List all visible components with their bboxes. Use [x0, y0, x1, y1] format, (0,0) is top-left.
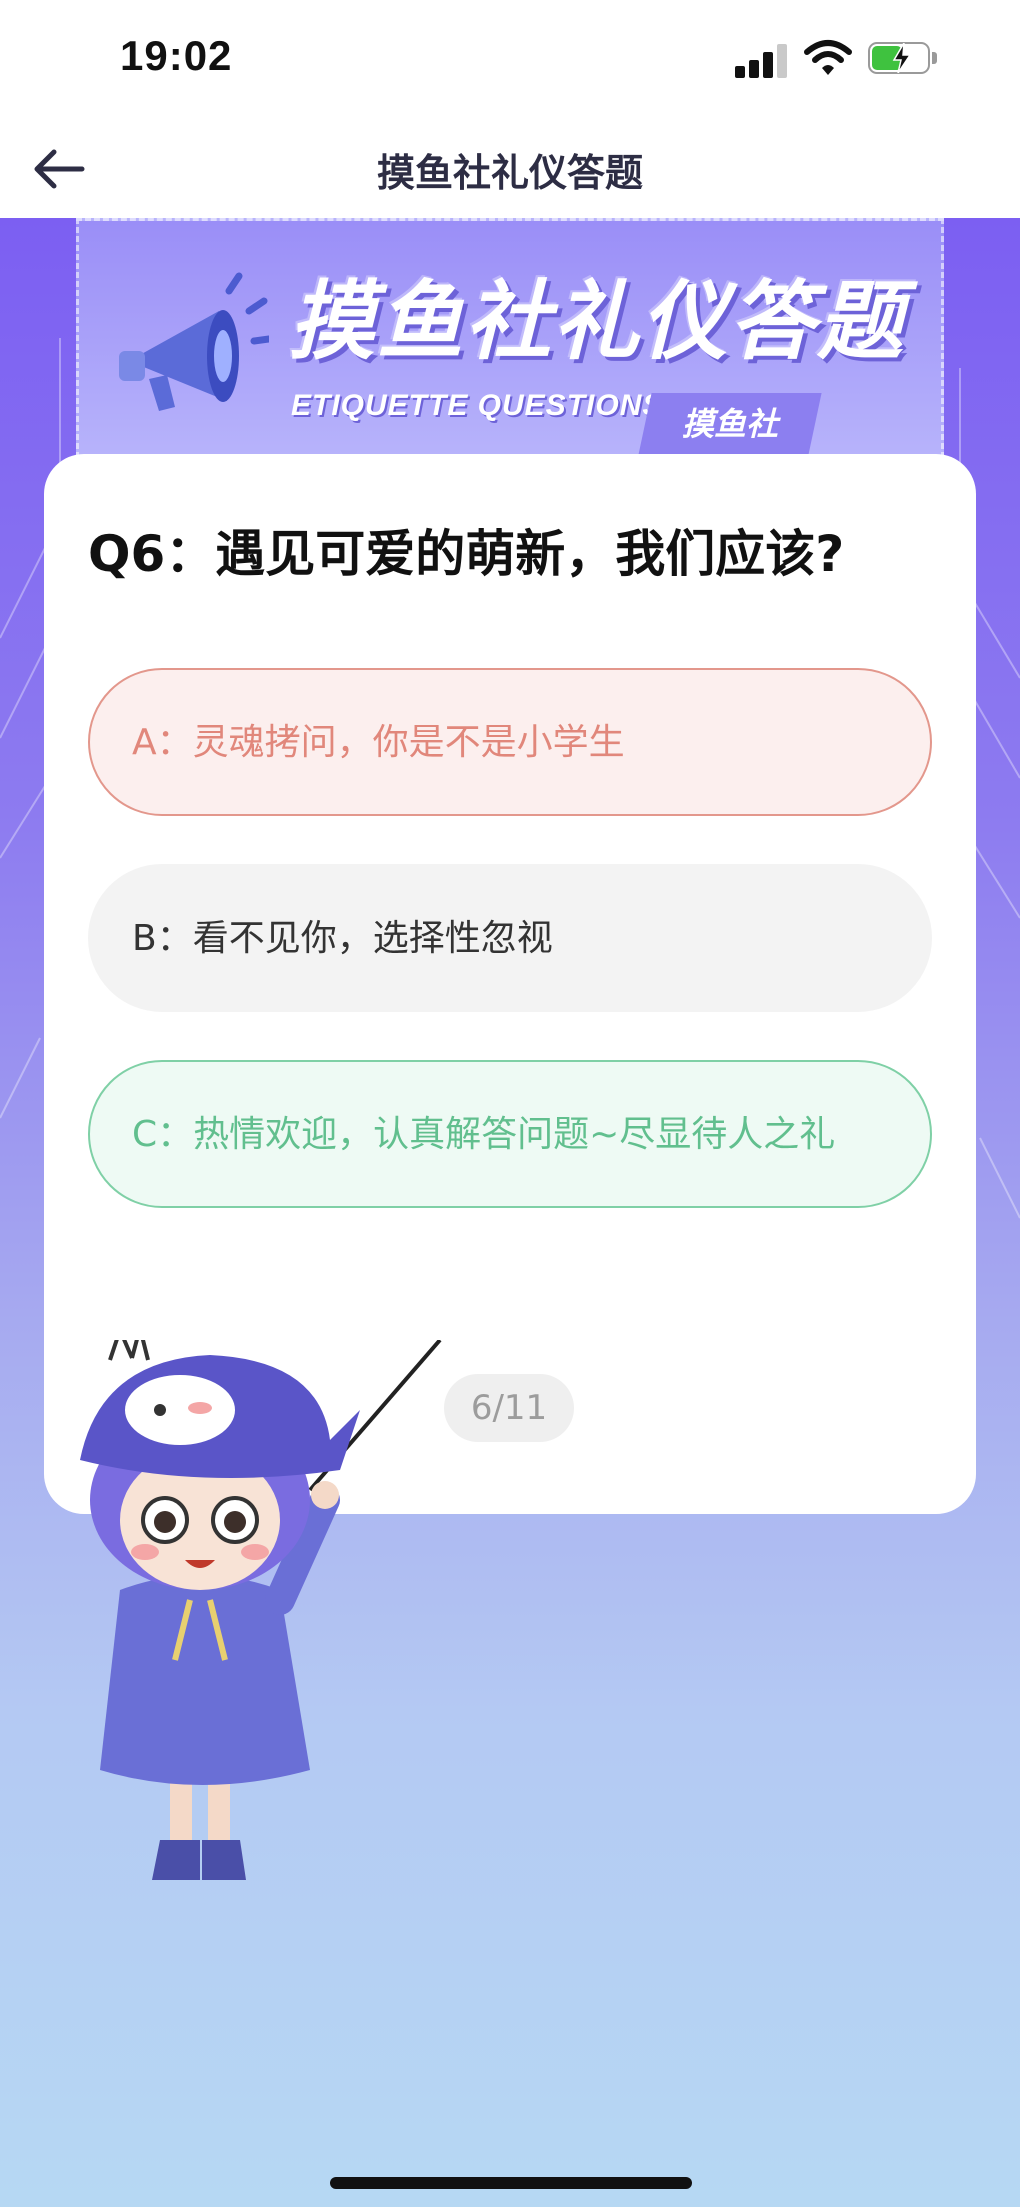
megaphone-icon: [119, 272, 269, 411]
banner-subtitle: ETIQUETTE QUESTIONS: [291, 389, 664, 422]
option-b[interactable]: B：看不见你，选择性忽视: [88, 864, 932, 1012]
battery-icon: [868, 42, 940, 76]
progress-indicator: 6/11: [444, 1374, 574, 1442]
cellular-signal-icon: [735, 42, 791, 78]
option-a[interactable]: A：灵魂拷问，你是不是小学生: [88, 668, 932, 816]
page-title: 摸鱼社礼仪答题: [376, 151, 643, 195]
navigation-bar: 摸鱼社礼仪答题: [0, 120, 1020, 218]
status-time: 19:02: [120, 32, 233, 79]
quiz-background: 摸鱼社礼仪答题 ETIQUETTE QUESTIONS 摸鱼社 Q6：遇见可爱的…: [0, 218, 1020, 2207]
wifi-icon: [804, 40, 852, 75]
home-indicator[interactable]: [330, 2177, 692, 2189]
banner-tag-label: 摸鱼社: [681, 405, 778, 443]
banner-tag: 摸鱼社: [638, 393, 822, 455]
option-c[interactable]: C：热情欢迎，认真解答问题~尽显待人之礼: [88, 1060, 932, 1208]
mascot-illustration: [80, 1340, 442, 1880]
question-text: Q6：遇见可爱的萌新，我们应该?: [88, 525, 845, 583]
quiz-banner: 摸鱼社礼仪答题 ETIQUETTE QUESTIONS 摸鱼社: [76, 218, 944, 458]
banner-title: 摸鱼社礼仪答题: [289, 272, 905, 372]
status-bar: 19:02: [0, 0, 1020, 120]
